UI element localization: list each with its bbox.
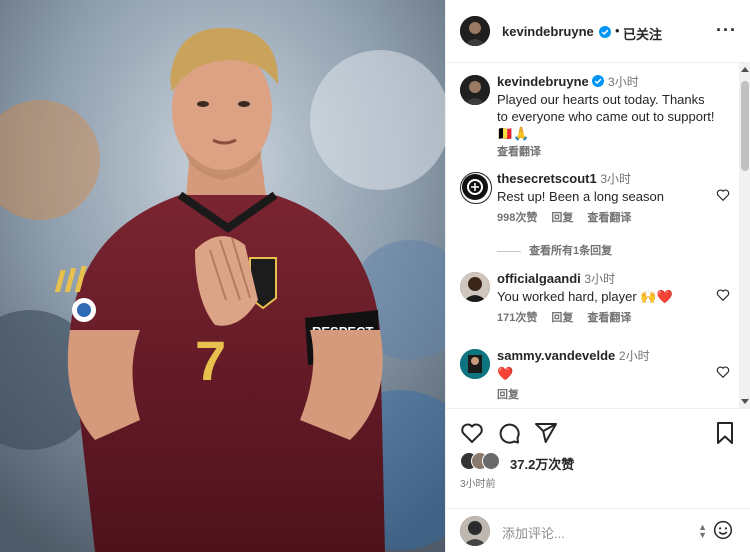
verified-icon	[599, 26, 611, 38]
comment-username[interactable]: officialgaandi	[497, 271, 581, 286]
caption-body: kevindebruyne 3小时 Played our hearts out …	[497, 73, 717, 161]
bookmark-icon[interactable]	[713, 421, 737, 445]
post-photo[interactable]: 7 RESPECT	[0, 0, 445, 552]
post-header: kevindebruyne • 已关注 ···	[446, 0, 750, 63]
translate-link[interactable]: 查看翻译	[587, 212, 631, 224]
scroll-down-arrow[interactable]	[741, 399, 749, 404]
post-time: 3小时前	[460, 479, 496, 490]
emoji-icon[interactable]	[713, 520, 733, 540]
comment-body: thesecretscout1 3小时 Rest up! Been a long…	[497, 170, 717, 227]
reply-link[interactable]: 回复	[551, 212, 573, 224]
avatar-image	[460, 16, 490, 46]
svg-text:7: 7	[195, 329, 226, 392]
caption: kevindebruyne 3小时 Played our hearts out …	[460, 73, 730, 158]
avatar-image	[462, 174, 488, 200]
instagram-post-modal: 7 RESPECT	[0, 0, 750, 552]
comment-item: sammy.vandevelde 2小时 ❤️ 回复	[460, 347, 730, 407]
caption-time: 3小时	[608, 75, 639, 89]
scroll-thumb[interactable]	[741, 81, 749, 171]
author-avatar[interactable]	[460, 16, 490, 46]
comment-time: 3小时	[600, 172, 632, 186]
comment-likes[interactable]: 171次赞	[497, 312, 537, 324]
comment-like-heart-icon[interactable]	[716, 188, 730, 202]
post-side-panel: kevindebruyne • 已关注 ··· kevindebruyne 3小…	[445, 0, 750, 552]
share-icon[interactable]	[534, 421, 558, 445]
avatar-image	[460, 272, 490, 302]
comment-username[interactable]: thesecretscout1	[497, 171, 597, 186]
reply-link[interactable]: 回复	[551, 312, 573, 324]
comment-like-heart-icon[interactable]	[716, 288, 730, 302]
commenter-avatar[interactable]	[460, 349, 490, 379]
caption-emoji: 🇧🇪🙏	[497, 126, 530, 141]
comment-text: ❤️	[497, 366, 514, 381]
author-username[interactable]: kevindebruyne	[502, 24, 594, 39]
caption-avatar[interactable]	[460, 75, 490, 105]
verified-icon	[592, 75, 605, 87]
post-actions: 37.2万次赞 3小时前	[446, 408, 750, 509]
reply-link[interactable]: 回复	[497, 389, 519, 401]
resize-arrows-icon[interactable]: ▲ ▼	[698, 523, 707, 540]
comment-like-heart-icon[interactable]	[716, 365, 730, 379]
comment-likes[interactable]: 998次赞	[497, 212, 537, 224]
following-button[interactable]: 已关注	[623, 24, 662, 43]
avatar-image	[460, 75, 490, 105]
current-user-avatar	[460, 516, 490, 546]
commenter-avatar[interactable]	[460, 172, 492, 204]
view-replies-link[interactable]: 查看所有1条回复	[497, 242, 612, 258]
comment-item: thesecretscout1 3小时 Rest up! Been a long…	[460, 170, 730, 230]
more-icon[interactable]: ···	[716, 20, 737, 41]
comment-item: officialgaandi 3小时 You worked hard, play…	[460, 270, 730, 330]
liked-by-avatars[interactable]	[460, 452, 508, 470]
comments-scrollbar[interactable]	[739, 63, 750, 408]
add-comment-input[interactable]: 添加评论...	[502, 523, 565, 542]
caption-username[interactable]: kevindebruyne	[497, 74, 589, 89]
comment-emoji: 🙌❤️	[640, 289, 673, 304]
add-comment-bar: 添加评论... ▲ ▼	[446, 508, 750, 553]
comment-time: 3小时	[584, 272, 616, 286]
comment-text: You worked hard, player	[497, 289, 641, 304]
separator-dot: •	[615, 23, 620, 38]
translate-link[interactable]: 查看翻译	[587, 312, 631, 324]
avatar-image	[460, 349, 490, 379]
comment-username[interactable]: sammy.vandevelde	[497, 348, 615, 363]
comment-icon[interactable]	[497, 421, 521, 445]
liker-avatar	[482, 452, 500, 470]
commenter-avatar[interactable]	[460, 272, 490, 302]
heart-icon[interactable]	[460, 421, 484, 445]
comment-body: sammy.vandevelde 2小时 ❤️ 回复	[497, 347, 717, 404]
scroll-up-arrow[interactable]	[741, 67, 749, 72]
caption-text: Played our hearts out today. Thanks to e…	[497, 92, 715, 124]
player-photo-illustration: 7 RESPECT	[0, 0, 445, 552]
avatar-image	[460, 516, 490, 546]
like-count[interactable]: 37.2万次赞	[510, 454, 574, 473]
comment-time: 2小时	[618, 349, 650, 363]
comment-text: Rest up! Been a long season	[497, 189, 664, 204]
caption-translate-link[interactable]: 查看翻译	[497, 146, 541, 158]
comment-body: officialgaandi 3小时 You worked hard, play…	[497, 270, 717, 327]
comments-list[interactable]: kevindebruyne 3小时 Played our hearts out …	[446, 63, 738, 408]
